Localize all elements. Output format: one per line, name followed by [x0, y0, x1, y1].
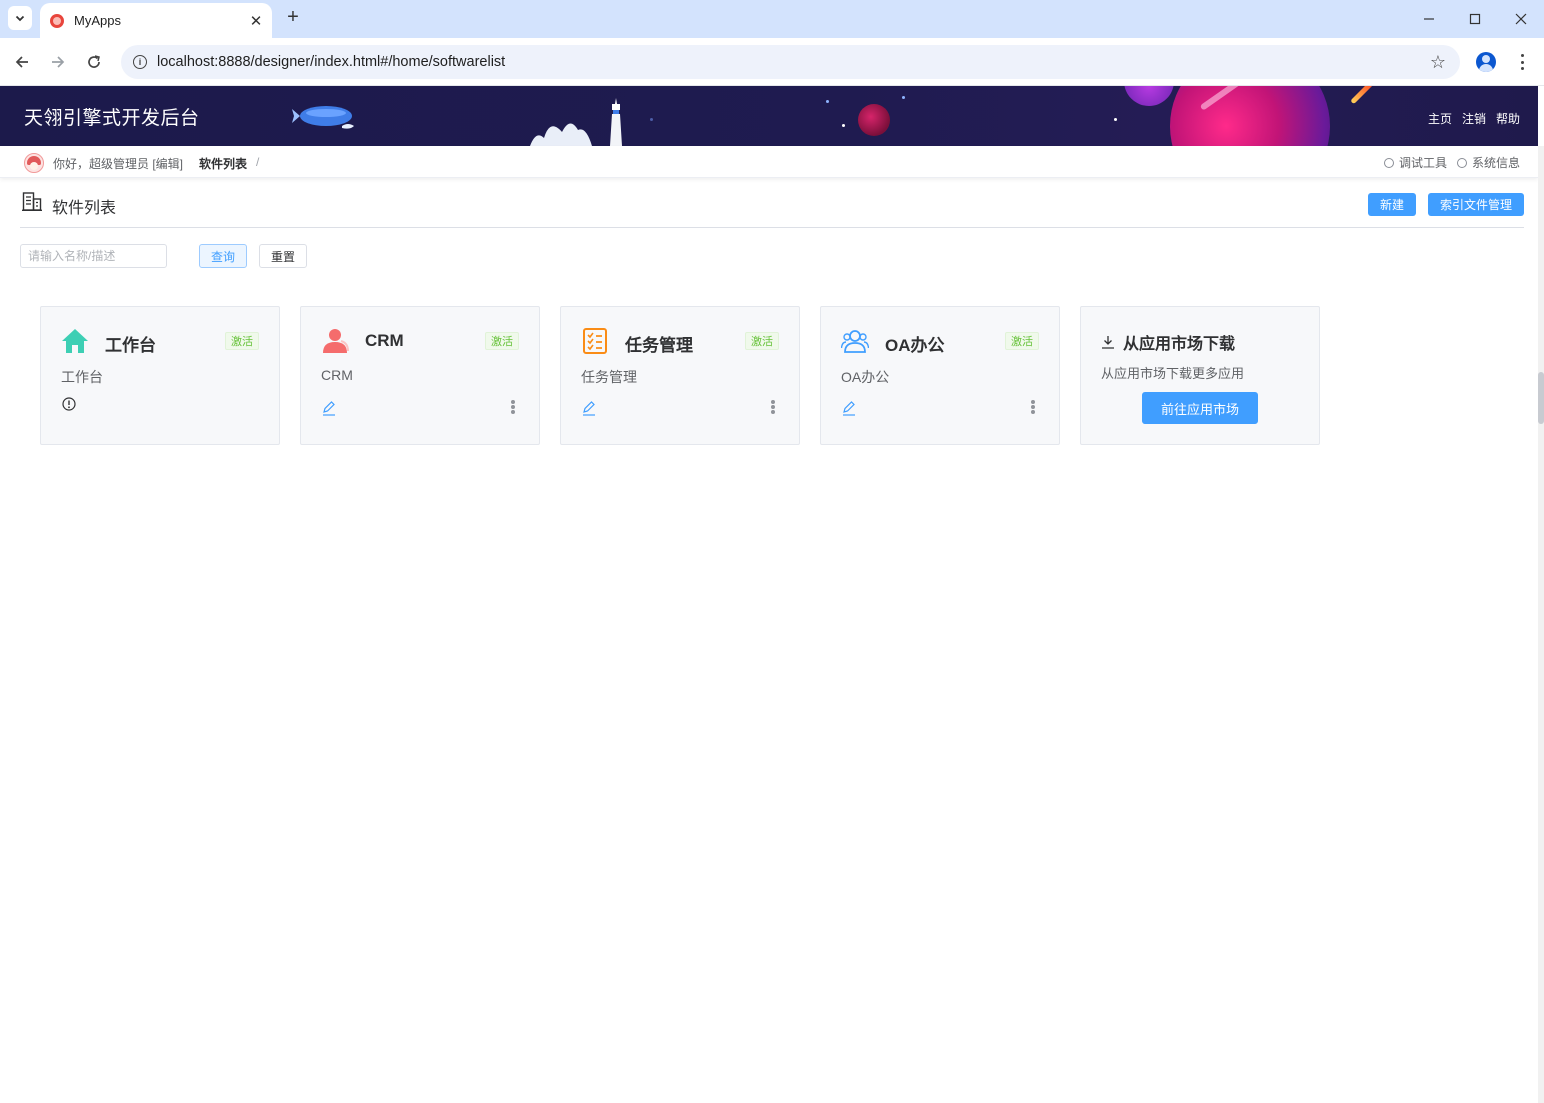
group-icon — [841, 330, 869, 353]
card-name: 任务管理 — [625, 336, 693, 355]
planet-illustration-icon — [1124, 86, 1174, 106]
chevron-down-icon — [15, 15, 25, 22]
app-market-card: 从应用市场下载 从应用市场下载更多应用 前往应用市场 — [1080, 306, 1320, 445]
site-info-icon[interactable]: i — [133, 55, 147, 69]
gear-icon — [1456, 157, 1467, 168]
info-icon[interactable] — [62, 397, 76, 411]
app-title: 天翎引擎式开发后台 — [24, 108, 200, 129]
browser-tabbar: MyApps ✕ + — [0, 0, 1544, 38]
home-icon — [62, 329, 88, 353]
scrollbar-thumb[interactable] — [1538, 372, 1544, 424]
star-icon — [826, 100, 829, 103]
card-name: 工作台 — [105, 336, 156, 355]
new-tab-button[interactable]: + — [282, 7, 304, 29]
blimp-illustration-icon — [292, 106, 354, 129]
go-to-market-button[interactable]: 前往应用市场 — [1142, 392, 1258, 424]
app-card-task-management[interactable]: 任务管理 激活 任务管理 — [560, 306, 800, 445]
browser-menu-icon[interactable] — [1512, 52, 1532, 72]
planet-illustration-icon — [1170, 86, 1330, 146]
user-icon — [323, 329, 349, 353]
more-options-icon[interactable] — [511, 400, 515, 414]
page-scrollbar[interactable] — [1538, 146, 1544, 1103]
breadcrumb-current: 软件列表 — [199, 157, 248, 171]
star-icon — [902, 96, 905, 99]
card-name: CRM — [365, 331, 404, 350]
address-bar: i localhost:8888/designer/index.html#/ho… — [0, 38, 1544, 86]
status-badge: 激活 — [1005, 332, 1039, 350]
edit-icon[interactable] — [581, 400, 597, 416]
more-options-icon[interactable] — [771, 400, 775, 414]
app-card-oa[interactable]: OA办公 激活 OA办公 — [820, 306, 1060, 445]
url-omnibox[interactable]: i localhost:8888/designer/index.html#/ho… — [121, 45, 1460, 79]
toolbar-links: 调试工具 系统信息 — [1383, 154, 1520, 171]
user-greeting[interactable]: 你好，超级管理员 [编辑] — [53, 155, 183, 172]
moon-illustration-icon — [858, 104, 890, 136]
app-card-crm[interactable]: CRM 激活 CRM — [300, 306, 540, 445]
edit-icon[interactable] — [841, 400, 857, 416]
back-icon[interactable] — [10, 50, 34, 74]
breadcrumb-separator: / — [256, 155, 260, 169]
card-description: CRM — [321, 367, 353, 383]
index-file-manage-button[interactable]: 索引文件管理 — [1428, 193, 1524, 216]
market-title: 从应用市场下载 — [1101, 330, 1235, 354]
bookmark-star-icon[interactable]: ☆ — [1430, 52, 1446, 73]
card-name: OA办公 — [885, 336, 945, 355]
header-link-logout[interactable]: 注销 — [1462, 110, 1486, 127]
star-icon — [842, 124, 845, 127]
status-badge: 激活 — [485, 332, 519, 350]
reload-icon[interactable] — [82, 50, 106, 74]
profile-icon[interactable] — [1476, 52, 1496, 72]
page-title: 软件列表 — [52, 200, 117, 217]
avatar[interactable] — [24, 153, 44, 173]
checklist-icon — [583, 328, 607, 354]
market-description: 从应用市场下载更多应用 — [1101, 366, 1245, 381]
tab-title: MyApps — [74, 13, 121, 28]
app-favicon-icon — [50, 13, 64, 28]
app-card-workbench[interactable]: 工作台 激活 工作台 — [40, 306, 280, 445]
header-link-home[interactable]: 主页 — [1428, 110, 1452, 127]
header-link-help[interactable]: 帮助 — [1496, 110, 1520, 127]
market-title-text: 从应用市场下载 — [1123, 336, 1236, 353]
url-text[interactable]: localhost:8888/designer/index.html#/home… — [157, 54, 1430, 70]
minimize-icon[interactable] — [1409, 6, 1449, 32]
comet-illustration-icon — [1350, 86, 1388, 105]
system-info-label: 系统信息 — [1471, 156, 1520, 170]
query-button[interactable]: 查询 — [199, 244, 247, 268]
header-links: 主页 注销 帮助 — [1428, 110, 1520, 127]
building-icon — [22, 192, 42, 211]
close-window-icon[interactable] — [1501, 6, 1541, 32]
card-description: 工作台 — [61, 369, 103, 385]
status-badge: 激活 — [745, 332, 779, 350]
browser-tab[interactable]: MyApps ✕ — [40, 3, 272, 38]
close-tab-icon[interactable]: ✕ — [244, 9, 268, 33]
debug-icon — [1383, 157, 1394, 168]
search-input[interactable] — [20, 244, 167, 268]
maximize-icon[interactable] — [1455, 6, 1495, 32]
lighthouse-illustration-icon — [610, 98, 622, 146]
card-description: 任务管理 — [581, 369, 637, 385]
debug-tools-label: 调试工具 — [1398, 156, 1447, 170]
more-options-icon[interactable] — [1031, 400, 1035, 414]
debug-tools-link[interactable]: 调试工具 — [1383, 154, 1447, 171]
reset-button[interactable]: 重置 — [259, 244, 307, 268]
new-button[interactable]: 新建 — [1368, 193, 1416, 216]
edit-icon[interactable] — [321, 400, 337, 416]
system-info-link[interactable]: 系统信息 — [1456, 154, 1520, 171]
header-divider — [20, 227, 1524, 228]
tab-list-button[interactable] — [8, 6, 32, 30]
forward-icon[interactable] — [46, 50, 70, 74]
download-icon — [1102, 336, 1114, 349]
app-header-banner: 天翎引擎式开发后台 主页 注销 帮助 — [0, 86, 1538, 146]
card-description: OA办公 — [841, 369, 890, 385]
status-badge: 激活 — [225, 332, 259, 350]
breadcrumb-bar: 你好，超级管理员 [编辑] 软件列表 / 调试工具 系统信息 — [0, 146, 1538, 178]
star-icon — [650, 118, 653, 121]
clouds-illustration-icon — [530, 123, 592, 146]
star-icon — [1114, 118, 1117, 121]
